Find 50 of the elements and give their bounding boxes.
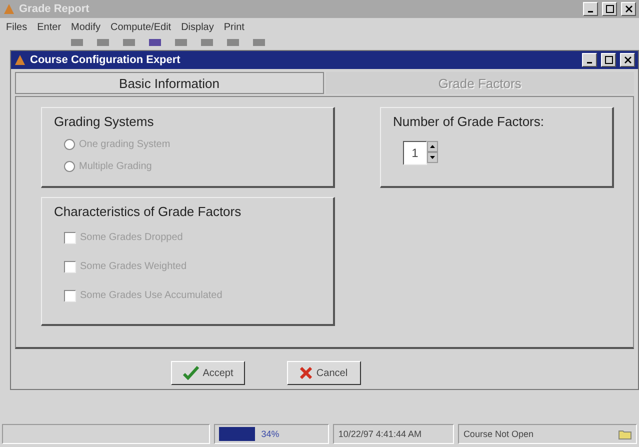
menu-item[interactable]: Enter	[37, 22, 62, 32]
x-icon	[300, 367, 312, 379]
menu-item[interactable]: Files	[6, 22, 28, 32]
accept-button[interactable]: Accept	[171, 361, 245, 385]
progress-reading: 34%	[261, 429, 280, 439]
menu-item[interactable]: Compute/Edit	[110, 22, 172, 32]
app-icon	[14, 54, 26, 66]
status-course: Course Not Open	[463, 429, 534, 439]
dialog-title: Course Configuration Expert	[30, 54, 182, 66]
toolbar-icon[interactable]	[252, 36, 266, 46]
minimize-button[interactable]	[583, 2, 598, 16]
status-datetime: 10/22/97 4:41:44 AM	[338, 429, 422, 439]
maximize-icon	[604, 56, 612, 64]
close-icon	[624, 5, 632, 13]
maximize-button[interactable]	[601, 53, 616, 67]
option-label: One grading System	[79, 138, 170, 150]
group-title: Number of Grade Factors:	[393, 114, 545, 129]
close-button[interactable]	[620, 53, 635, 67]
option-label: Some Grades Weighted	[80, 261, 187, 272]
check-icon	[182, 366, 199, 380]
menu-item[interactable]: Modify	[71, 22, 100, 32]
toolbar-icon[interactable]	[226, 36, 240, 46]
window-title: Grade Report	[19, 3, 90, 15]
option-label: Multiple Grading	[79, 160, 152, 172]
toolbar-icon[interactable]	[148, 36, 162, 46]
toolbar-icon[interactable]	[174, 36, 188, 46]
cancel-button[interactable]: Cancel	[287, 361, 361, 385]
group-title: Characteristics of Grade Factors	[54, 204, 242, 219]
spin-up-button[interactable]	[427, 141, 438, 152]
close-button[interactable]	[621, 2, 636, 16]
up-arrow-icon	[430, 145, 435, 148]
toolbar-icon[interactable]	[122, 36, 136, 46]
group-title: Grading Systems	[54, 114, 155, 129]
menu-item[interactable]: Print	[224, 22, 244, 32]
down-arrow-icon	[430, 156, 435, 159]
option-label: Some Grades Use Accumulated	[80, 290, 222, 301]
toolbar-icon[interactable]	[200, 36, 214, 46]
tab[interactable]: Basic Information	[15, 72, 324, 94]
maximize-icon	[606, 5, 614, 13]
toolbar-icon[interactable]	[96, 36, 110, 46]
close-icon	[624, 56, 632, 64]
folder-icon	[618, 428, 632, 440]
maximize-button[interactable]	[602, 2, 617, 16]
app-icon	[3, 3, 15, 15]
menu-item[interactable]: Display	[181, 22, 214, 32]
number-field[interactable]: 1	[403, 141, 427, 165]
toolbar-icon[interactable]	[70, 36, 84, 46]
option-label: Some Grades Dropped	[80, 232, 183, 243]
spin-down-button[interactable]	[427, 152, 438, 163]
minimize-button[interactable]	[582, 53, 597, 67]
